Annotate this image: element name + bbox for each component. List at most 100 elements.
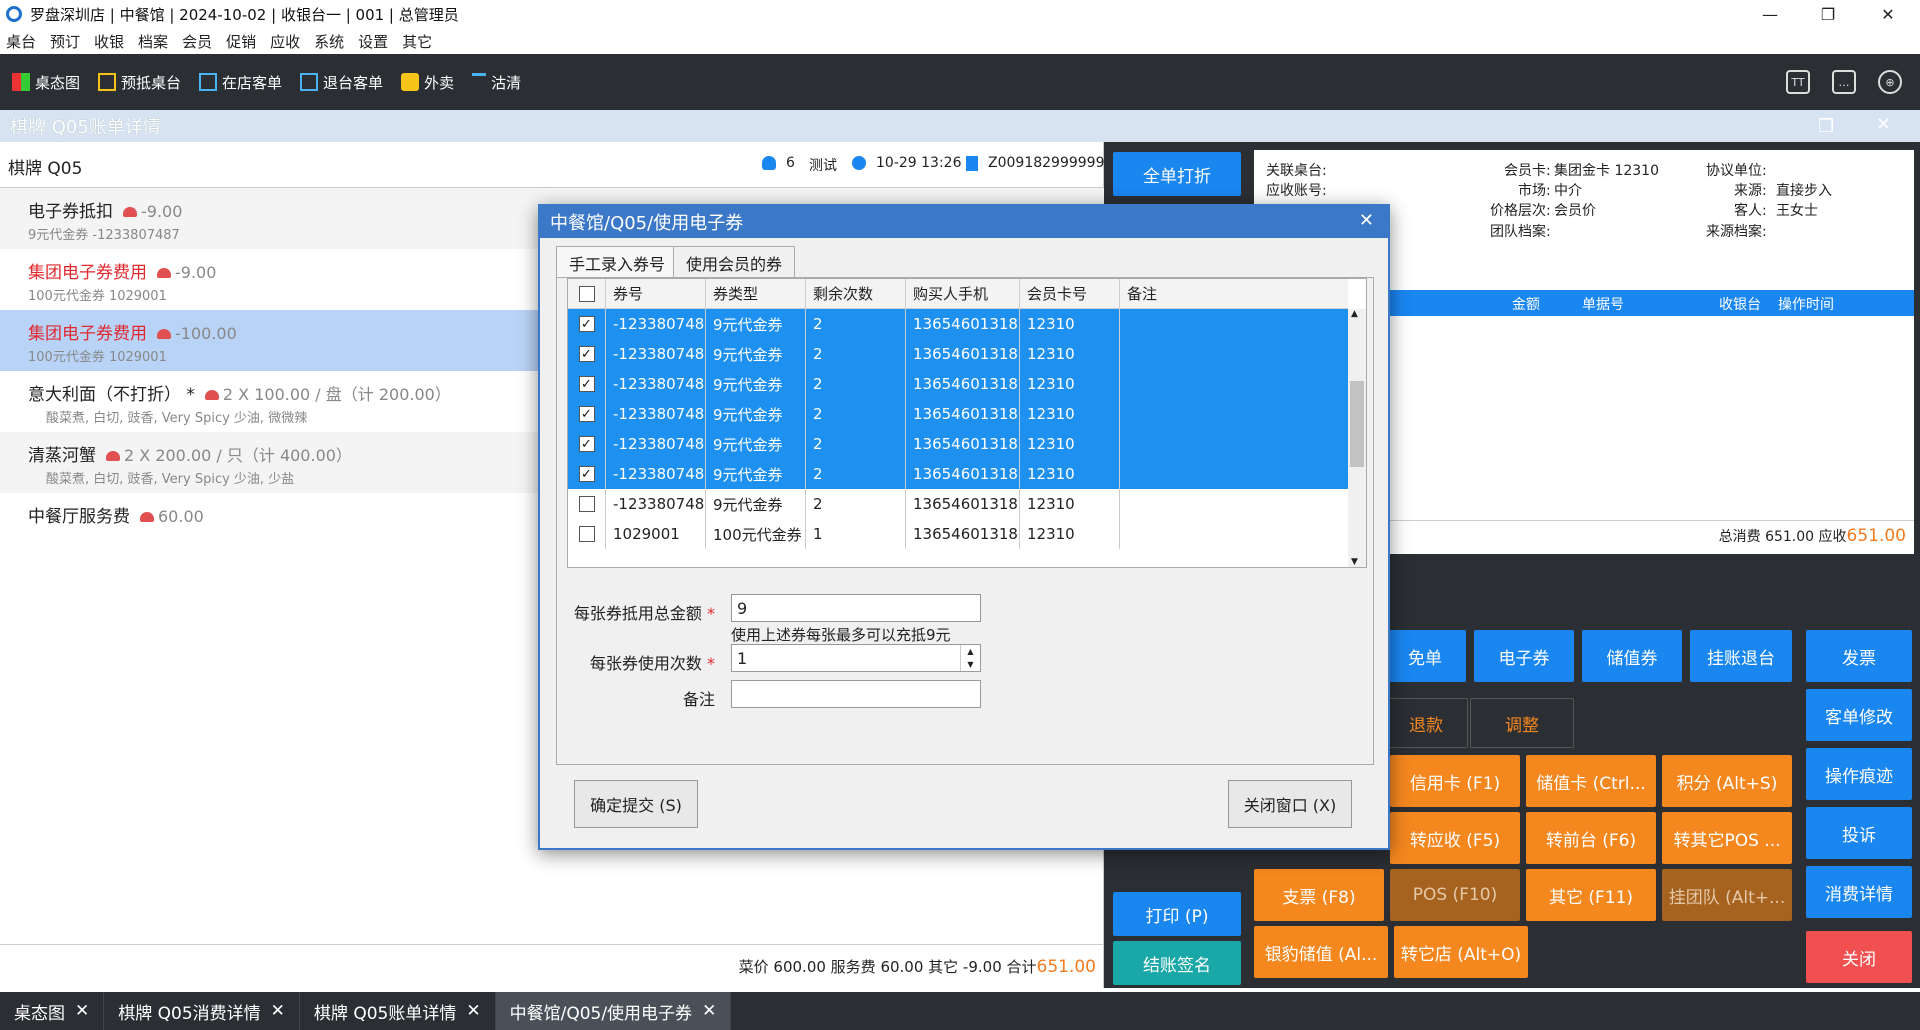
free-order-button[interactable]: 免单 xyxy=(1384,630,1466,682)
to-other-store-button[interactable]: 转它店 (Alt+O) xyxy=(1394,926,1528,978)
minimize-button[interactable]: — xyxy=(1745,0,1795,28)
refund-tab[interactable]: 退款 xyxy=(1384,698,1468,748)
item-name: 集团电子券费用 -9.00 xyxy=(28,258,216,283)
times-stepper[interactable]: 1 ▲ ▼ xyxy=(731,644,981,672)
tab-member-coupons[interactable]: 使用会员的券 xyxy=(673,246,796,278)
guest-label: 客人: xyxy=(1734,203,1767,219)
tab-close-icon[interactable]: ✕ xyxy=(466,1001,480,1021)
table-row[interactable]: -1233807487 9元代金券 2 13654601318 12310 xyxy=(568,489,1348,519)
menu-item-table[interactable]: 桌台 xyxy=(6,31,36,52)
cell-member-card: 12310 xyxy=(1020,369,1120,399)
tab-table-map[interactable]: 桌态图 ✕ xyxy=(0,992,105,1030)
tab-bill-detail[interactable]: 棋牌 Q05账单详情 ✕ xyxy=(300,992,496,1030)
menu-item-cashier[interactable]: 收银 xyxy=(94,31,124,52)
menu-item-system[interactable]: 系统 xyxy=(314,31,344,52)
points-button[interactable]: 积分 (Alt+S) xyxy=(1662,755,1792,807)
takeout-button[interactable]: 外卖 xyxy=(401,72,454,93)
table-row[interactable]: ✓ -1233807482 9元代金券 2 13654601318 12310 xyxy=(568,339,1348,369)
tab-close-icon[interactable]: ✕ xyxy=(702,1001,716,1021)
note-input[interactable] xyxy=(731,680,981,708)
tab-close-icon[interactable]: ✕ xyxy=(271,1001,285,1021)
maximize-button[interactable]: ❐ xyxy=(1803,0,1853,28)
grid-scrollbar[interactable]: ▲ ▼ xyxy=(1348,309,1366,567)
row-checkbox[interactable]: ✓ xyxy=(578,376,595,392)
consume-detail-button[interactable]: 消费详情 xyxy=(1806,866,1912,918)
menu-bar: 桌台 预订 收银 档案 会员 促销 应收 系统 设置 其它 xyxy=(0,28,1920,54)
in-store-orders-button[interactable]: 在店客单 xyxy=(199,72,282,93)
tab-manual-entry[interactable]: 手工录入券号 xyxy=(556,246,679,278)
tab-ecoupon[interactable]: 中餐馆/Q05/使用电子券 ✕ xyxy=(495,992,732,1030)
clock-icon xyxy=(852,156,866,170)
order-modify-button[interactable]: 客单修改 xyxy=(1806,689,1912,741)
hang-team-button[interactable]: 挂团队 (Alt+... xyxy=(1662,869,1792,921)
discount-all-button[interactable]: 全单打折 xyxy=(1113,152,1241,196)
scroll-up-icon[interactable]: ▲ xyxy=(1351,309,1358,319)
row-checkbox[interactable]: ✓ xyxy=(578,406,595,422)
select-all-checkbox[interactable] xyxy=(578,285,595,302)
to-front-desk-button[interactable]: 转前台 (F6) xyxy=(1526,812,1656,864)
submit-button[interactable]: 确定提交 (S) xyxy=(574,780,698,828)
ecoupon-button[interactable]: 电子券 xyxy=(1474,630,1574,682)
tt-icon[interactable]: TT xyxy=(1786,70,1810,94)
other-pay-button[interactable]: 其它 (F11) xyxy=(1526,869,1656,921)
stepper-arrows-icon[interactable]: ▲ ▼ xyxy=(960,645,980,671)
scroll-down-icon[interactable]: ▼ xyxy=(1351,557,1358,567)
ecoupon-dialog: 中餐馆/Q05/使用电子券 ✕ 手工录入券号 使用会员的券 券号 券类型 剩余次… xyxy=(538,204,1390,850)
to-receivable-button[interactable]: 转应收 (F5) xyxy=(1390,812,1520,864)
credit-card-button[interactable]: 信用卡 (F1) xyxy=(1390,755,1520,807)
item-name-text: 电子券抵扣 xyxy=(28,202,113,222)
close-dialog-button[interactable]: 关闭窗口 (X) xyxy=(1228,780,1352,828)
restore-icon[interactable]: ❐ xyxy=(1818,116,1834,137)
scroll-thumb[interactable] xyxy=(1350,381,1364,467)
to-other-pos-button[interactable]: 转其它POS ... xyxy=(1662,812,1792,864)
checkout-sign-button[interactable]: 结账签名 xyxy=(1113,941,1241,985)
table-row[interactable]: ✓ -1233807485 9元代金券 2 13654601318 12310 xyxy=(568,429,1348,459)
menu-item-reserve[interactable]: 预订 xyxy=(50,31,80,52)
yinbao-stored-button[interactable]: 银豹储值 (Al... xyxy=(1254,926,1388,978)
op-trace-button[interactable]: 操作痕迹 xyxy=(1806,748,1912,800)
menu-item-promotion[interactable]: 促销 xyxy=(226,31,256,52)
pos-button[interactable]: POS (F10) xyxy=(1390,869,1520,921)
amount-input[interactable]: 9 xyxy=(731,594,981,622)
menu-item-settings[interactable]: 设置 xyxy=(358,31,388,52)
row-checkbox[interactable] xyxy=(578,526,595,542)
globe-icon[interactable]: ⊕ xyxy=(1878,70,1902,94)
pre-arrive-button[interactable]: 预抵桌台 xyxy=(98,72,181,93)
row-checkbox[interactable]: ✓ xyxy=(578,316,595,332)
row-checkbox[interactable] xyxy=(578,496,595,512)
returned-orders-button[interactable]: 退台客单 xyxy=(300,72,383,93)
hang-return-button[interactable]: 挂账退台 xyxy=(1690,630,1792,682)
menu-item-archive[interactable]: 档案 xyxy=(138,31,168,52)
sold-out-button[interactable]: 沽清 xyxy=(472,72,521,93)
table-row[interactable]: ✓ -1233807481 9元代金券 2 13654601318 12310 xyxy=(568,309,1348,339)
table-row[interactable]: ✓ -1233807483 9元代金券 2 13654601318 12310 xyxy=(568,369,1348,399)
menu-item-receivable[interactable]: 应收 xyxy=(270,31,300,52)
row-checkbox[interactable]: ✓ xyxy=(578,436,595,452)
invoice-button[interactable]: 发票 xyxy=(1806,630,1912,682)
check-button[interactable]: 支票 (F8) xyxy=(1254,869,1384,921)
subwindow-header: 棋牌 Q05账单详情 ❐ ✕ xyxy=(0,110,1920,142)
row-checkbox[interactable]: ✓ xyxy=(578,346,595,362)
stored-coupon-button[interactable]: 储值券 xyxy=(1582,630,1682,682)
dialog-close-icon[interactable]: ✕ xyxy=(1359,210,1374,231)
cell-coupon-type: 9元代金券 xyxy=(706,399,806,429)
menu-item-member[interactable]: 会员 xyxy=(182,31,212,52)
menu-item-other[interactable]: 其它 xyxy=(402,31,432,52)
tab-close-icon[interactable]: ✕ xyxy=(75,1001,89,1021)
table-row[interactable]: ✓ -1233807486 9元代金券 2 13654601318 12310 xyxy=(568,459,1348,489)
table-row[interactable]: 1029001 100元代金券 1 13654601318 12310 xyxy=(568,519,1348,549)
row-checkbox[interactable]: ✓ xyxy=(578,466,595,482)
times-label-text: 每张券使用次数 xyxy=(589,654,702,673)
complaint-button[interactable]: 投诉 xyxy=(1806,807,1912,859)
table-map-button[interactable]: 桌态图 xyxy=(12,72,80,93)
table-row[interactable]: ✓ -1233807484 9元代金券 2 13654601318 12310 xyxy=(568,399,1348,429)
close-window-button[interactable]: ✕ xyxy=(1863,0,1913,28)
print-button[interactable]: 打印 (P) xyxy=(1113,892,1241,936)
subwindow-close-icon[interactable]: ✕ xyxy=(1876,114,1891,135)
adjust-tab[interactable]: 调整 xyxy=(1470,698,1574,748)
message-icon[interactable]: … xyxy=(1832,70,1856,94)
tab-consume-detail[interactable]: 棋牌 Q05消费详情 ✕ xyxy=(104,992,300,1030)
stored-card-button[interactable]: 储值卡 (Ctrl... xyxy=(1526,755,1656,807)
cell-coupon-type: 9元代金券 xyxy=(706,339,806,369)
close-button[interactable]: 关闭 xyxy=(1806,931,1912,983)
